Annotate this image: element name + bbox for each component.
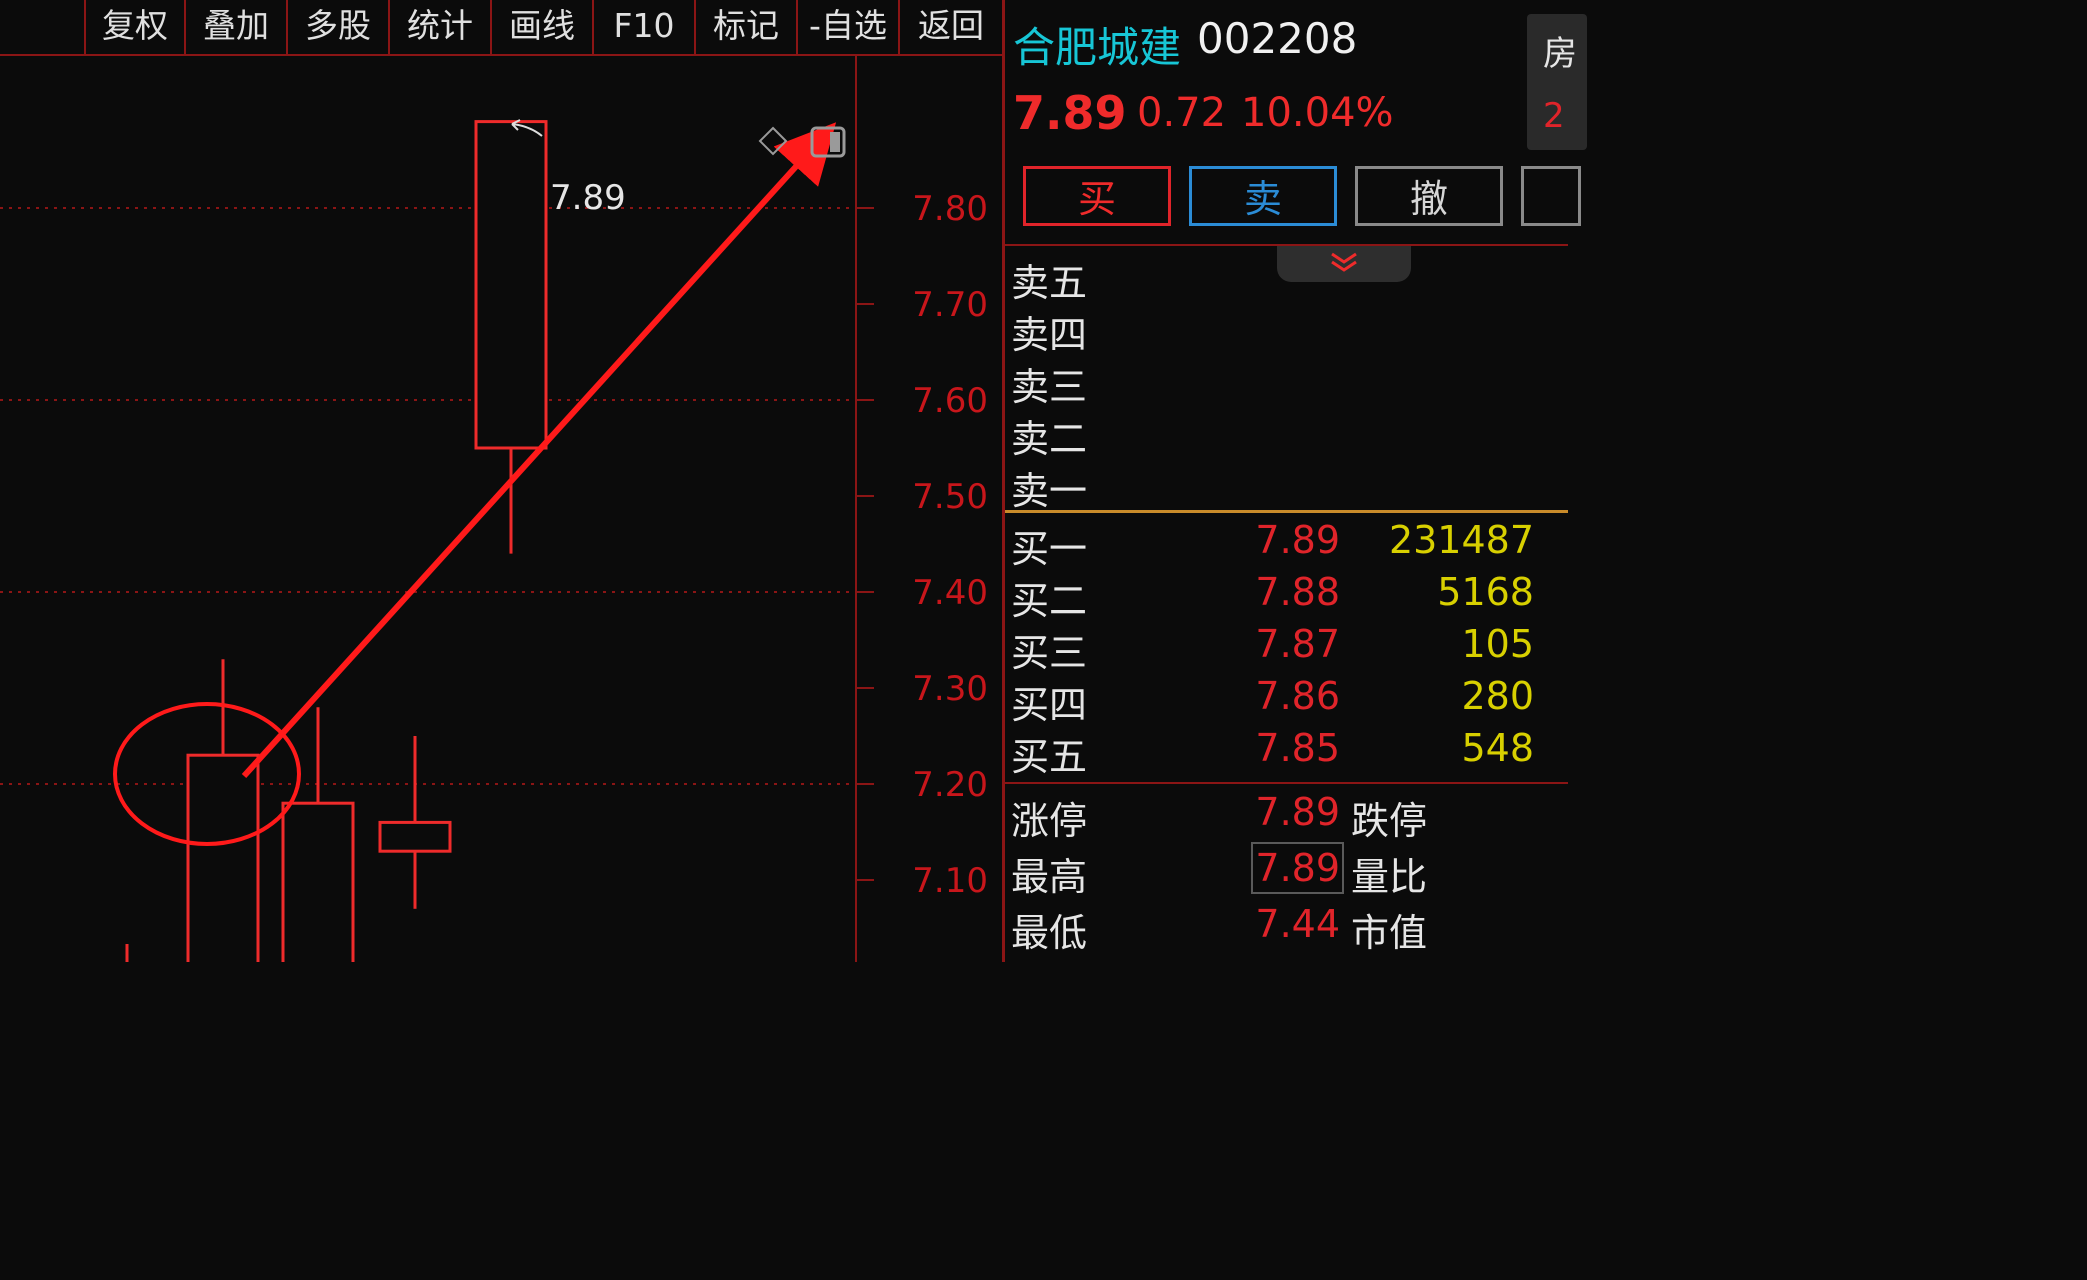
bid-level-5-volume: 548 [1461,726,1534,770]
more-actions-button[interactable] [1521,166,1581,226]
toolbar-button-overlay[interactable]: 叠加 [186,0,288,54]
bid-level-3-label: 买三 [1011,631,1088,675]
kline-chart: 7.80 7.70 7.60 7.50 7.40 7.30 7.20 7.10 [0,56,988,962]
price-change: 0.72 [1137,90,1227,136]
toolbar-button-f10[interactable]: F10 [594,0,696,54]
volume-ratio-label: 量比 [1351,855,1428,899]
high-value: 7.89 [1251,842,1344,894]
toolbar-button-back[interactable]: 返回 [900,0,1002,54]
ask-level-1-label: 卖一 [1011,469,1088,513]
ask-level-4-label: 卖四 [1011,313,1088,357]
candle-body [281,801,355,962]
bid-level-2-volume: 5168 [1437,570,1534,614]
sector-tag[interactable]: 房 2 [1527,14,1587,150]
candle [474,120,548,554]
buy-button[interactable]: 买 [1023,166,1171,226]
bid-level-5-price: 7.85 [1255,726,1340,770]
ask-level-2-label: 卖二 [1011,417,1088,461]
y-tick-label: 7.60 [912,381,988,421]
candle [378,736,452,909]
bid-level-1-price: 7.89 [1255,518,1340,562]
y-tick-label: 7.30 [912,669,988,709]
toolbar-button-restore-rights[interactable]: 复权 [86,0,186,54]
y-tick-label: 7.40 [912,573,988,613]
sector-tag-text: 房 [1543,34,1577,74]
y-tick-label: 7.70 [912,285,988,325]
cancel-order-button[interactable]: 撤 [1355,166,1503,226]
diamond-icon[interactable] [758,126,788,156]
sell-button[interactable]: 卖 [1189,166,1337,226]
low-label: 最低 [1011,911,1088,955]
y-tick-label: 7.80 [912,189,988,229]
bid-level-5-label: 买五 [1011,735,1088,779]
y-tick-label: 7.50 [912,477,988,517]
kline-chart-area[interactable]: 7.80 7.70 7.60 7.50 7.40 7.30 7.20 7.10 7.89 [0,56,1004,962]
toolbar-button-remove-watchlist[interactable]: -自选 [798,0,900,54]
stock-name: 合肥城建 [1013,23,1182,72]
toolbar-button-mark[interactable]: 标记 [696,0,798,54]
ask-level-5-label: 卖五 [1011,261,1088,305]
y-tick-label: 7.10 [912,861,988,901]
bid-ask-separator [1005,510,1568,513]
bid-level-1-label: 买一 [1011,527,1088,571]
toolbar-lead-cell [0,0,86,54]
market-cap-label: 市值 [1351,911,1428,955]
toolbar-button-draw-line[interactable]: 画线 [492,0,594,54]
toolbar-button-statistics[interactable]: 统计 [390,0,492,54]
high-label: 最高 [1011,855,1088,899]
quote-panel: 合肥城建 002208 房 2 7.89 0.72 10.04% 买 卖 撤 卖… [1005,0,1587,962]
bid-level-4-label: 买四 [1011,683,1088,727]
y-tick-label: 7.20 [912,765,988,805]
price-change-percent: 10.04% [1241,90,1394,136]
bid-level-1-volume: 231487 [1388,518,1534,562]
panel-toggle-icon[interactable] [810,126,846,158]
bid-level-3-price: 7.87 [1255,622,1340,666]
separator [1005,782,1568,784]
collapse-tab[interactable] [1277,246,1411,282]
bid-level-2-label: 买二 [1011,579,1088,623]
bid-level-2-price: 7.88 [1255,570,1340,614]
sector-tag-value: 2 [1543,96,1565,136]
candle-body [474,120,548,450]
high-price-label: 7.89 [550,178,626,218]
last-price: 7.89 [1013,86,1127,140]
candle [281,707,355,962]
bid-level-4-volume: 280 [1461,674,1534,718]
candle-body [186,753,260,962]
chart-toolbar: 复权 叠加 多股 统计 画线 F10 标记 -自选 返回 [0,0,1004,56]
bid-level-3-volume: 105 [1461,622,1534,666]
toolbar-button-multi-stock[interactable]: 多股 [288,0,390,54]
low-value: 7.44 [1255,902,1340,946]
limit-down-label: 跌停 [1351,799,1428,843]
candle-body [378,820,452,853]
ask-level-3-label: 卖三 [1011,365,1088,409]
chevron-down-icon [1331,252,1357,272]
bid-level-4-price: 7.86 [1255,674,1340,718]
stock-code: 002208 [1197,14,1358,63]
limit-up-value: 7.89 [1255,790,1340,834]
limit-up-label: 涨停 [1011,799,1088,843]
